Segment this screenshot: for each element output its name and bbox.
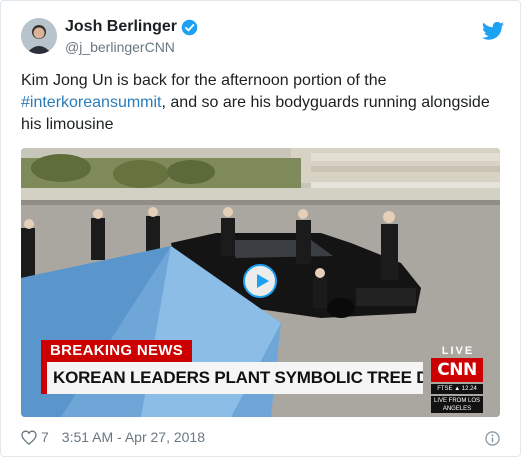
video-media[interactable]: BREAKING NEWS KOREAN LEADERS PLANT SYMBO… (21, 148, 500, 417)
tweet-timestamp[interactable]: 3:51 AM - Apr 27, 2018 (62, 429, 205, 445)
twitter-bird-icon[interactable] (482, 21, 504, 41)
author-block[interactable]: Josh Berlinger @j_berlingerCNN (65, 18, 198, 55)
info-icon[interactable] (485, 431, 500, 446)
author-name[interactable]: Josh Berlinger (65, 18, 177, 36)
verified-badge-icon (181, 19, 198, 35)
play-button[interactable] (243, 264, 277, 298)
tweet-footer: 7 3:51 AM - Apr 27, 2018 (21, 429, 205, 445)
tweet-text: Kim Jong Un is back for the afternoon po… (21, 70, 501, 136)
headline-chyron: KOREAN LEADERS PLANT SYMBOLIC TREE DURIN… (41, 362, 423, 394)
author-handle[interactable]: @j_berlingerCNN (65, 39, 198, 55)
cnn-logo: CNN (431, 358, 483, 382)
live-label: LIVE (441, 345, 475, 357)
like-count[interactable]: 7 (41, 429, 49, 445)
heart-icon[interactable] (21, 429, 37, 445)
tweet-card: Josh Berlinger @j_berlingerCNN Kim Jong … (0, 0, 521, 457)
breaking-news-label: BREAKING NEWS (41, 340, 193, 362)
hashtag-link[interactable]: #interkoreansummit (21, 94, 162, 111)
location-label: LIVE FROM LOS ANGELES (431, 396, 483, 413)
market-ticker: FTSE ▲ 12.24 (431, 384, 483, 394)
tweet-text-part: Kim Jong Un is back for the afternoon po… (21, 72, 387, 89)
avatar[interactable] (21, 18, 57, 54)
